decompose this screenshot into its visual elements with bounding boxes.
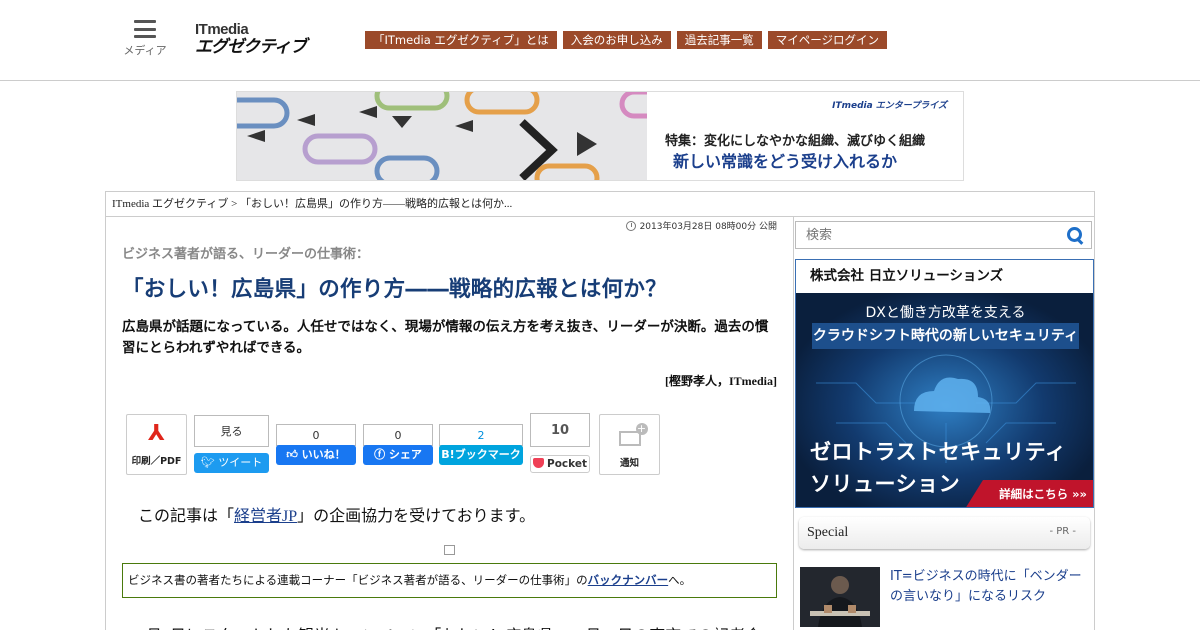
special-item-thumbnail xyxy=(800,567,880,627)
ad-line2: クラウドシフト時代の新しいセキュリティ xyxy=(812,323,1079,349)
nav-about[interactable]: 「ITmedia エグゼクティブ」とは xyxy=(365,31,557,49)
thumbs-up-icon: 👍︎ xyxy=(286,448,302,461)
logo-bottom: エグゼクティブ xyxy=(195,37,307,57)
banner-subheadline: 新しい常識をどう受け入れるか xyxy=(673,152,898,171)
ad-visual: DXと働き方改革を支える クラウドシフト時代の新しいセキュリティ ゼロトラストセ… xyxy=(796,293,1093,507)
share-label: シェア xyxy=(388,448,422,461)
feature-banner[interactable]: ITmedia エンタープライズ 特集：変化にしなやかな組織、滅びゆく組織 新し… xyxy=(236,91,964,181)
ad-details-button[interactable]: 詳細はこちら »» xyxy=(965,480,1093,507)
banner-headline: 特集：変化にしなやかな組織、滅びゆく組織 xyxy=(665,134,926,149)
publish-date-text: 2013年03月28日 08時00分 公開 xyxy=(639,222,777,232)
backnumber-link[interactable]: バックナンバー xyxy=(588,573,669,587)
special-header: Special - PR - xyxy=(799,517,1090,549)
backnumber-text-after: へ。 xyxy=(668,573,692,587)
article-author: [樫野孝人，ITmedia] xyxy=(665,374,777,388)
pdf-icon: ⅄ xyxy=(148,421,165,446)
special-item-title: IT=ビジネスの時代に「ベンダーの言いなり」になるリスク xyxy=(890,569,1082,604)
facebook-like-button[interactable]: 👍︎ いいね！ xyxy=(276,445,356,465)
twitter-icon: 🐦︎ xyxy=(200,456,219,469)
hamburger-icon xyxy=(134,20,156,38)
mail-add-icon xyxy=(618,423,648,446)
publish-date: 2013年03月28日 08時00分 公開 xyxy=(625,219,777,232)
tweet-count[interactable]: 見る xyxy=(194,415,269,447)
facebook-share-button[interactable]: ⓕ シェア xyxy=(363,445,433,465)
banner-text: ITmedia エンタープライズ 特集：変化にしなやかな組織、滅びゆく組織 新し… xyxy=(647,92,963,180)
special-item[interactable]: IT=ビジネスの時代に「ベンダーの言いなり」になるリスク xyxy=(800,567,1090,629)
pr-label: - PR - xyxy=(1049,526,1076,537)
series-label: ビジネス著者が語る、リーダーの仕事術： xyxy=(122,247,370,262)
search-input[interactable] xyxy=(796,222,1046,248)
media-menu-button[interactable]: メディア xyxy=(122,20,168,58)
share-count: 0 xyxy=(363,424,433,446)
facebook-icon: ⓕ xyxy=(374,448,389,461)
sidebar: 株式会社 日立ソリューションズ xyxy=(795,217,1095,630)
banner-brand-logo: ITmedia エンタープライズ xyxy=(832,101,947,111)
cooperation-note: この記事は「経営者JP」の企画協力を受けております。 xyxy=(138,502,535,526)
print-pdf-button[interactable]: ⅄ 印刷／PDF xyxy=(126,414,187,475)
backnumber-text: ビジネス書の著者たちによる連載コーナー「ビジネス著者が語る、リーダーの仕事術」の xyxy=(128,573,588,587)
article-lead: 広島県が話題になっている。人任せではなく、現場が情報の伝え方を考え抜き、リーダー… xyxy=(122,319,769,356)
backnumber-box: ビジネス書の著者たちによる連載コーナー「ビジネス著者が語る、リーダーの仕事術」の… xyxy=(122,563,777,598)
site-header: メディア ITmedia エグゼクティブ 「ITmedia エグゼクティブ」とは… xyxy=(0,0,1200,81)
article-title: 「おしい！広島県」の作り方――戦略的広報とは何か？ xyxy=(122,277,668,302)
site-logo[interactable]: ITmedia エグゼクティブ xyxy=(195,22,337,60)
clock-icon xyxy=(625,220,636,231)
pocket-button[interactable]: Pocket xyxy=(530,455,590,473)
placeholder-image xyxy=(444,545,455,555)
breadcrumb[interactable]: ITmedia エグゼクティブ > 「おしい！広島県」の作り方――戦略的広報とは… xyxy=(106,192,1094,217)
pocket-count: 10 xyxy=(530,413,590,447)
flowchart-illustration xyxy=(237,92,647,180)
tweet-button[interactable]: 🐦︎ ツイート xyxy=(194,453,269,473)
nav-archive[interactable]: 過去記事一覧 xyxy=(676,31,762,49)
ad-company: 株式会社 日立ソリューションズ xyxy=(796,260,1093,293)
share-bar: ⅄ 印刷／PDF 見る 🐦︎ ツイート 0 👍︎ いいね！ 0 ⓕ シェア 2 … xyxy=(126,412,686,482)
tweet-label: ツイート xyxy=(218,456,263,469)
hatena-count[interactable]: 2 xyxy=(439,424,523,446)
like-label: いいね！ xyxy=(301,448,346,461)
sidebar-ad[interactable]: 株式会社 日立ソリューションズ DXと働き方改革を支える クラウドシフト時代の新… xyxy=(795,259,1094,508)
nav-mypage-login[interactable]: マイページログイン xyxy=(767,31,887,49)
media-menu-label: メディア xyxy=(123,44,167,57)
ad-line1: DXと働き方改革を支える xyxy=(865,305,1026,321)
article: 2013年03月28日 08時00分 公開 ビジネス著者が語る、リーダーの仕事術… xyxy=(106,217,794,630)
special-title: Special xyxy=(807,525,849,540)
hatena-bookmark-button[interactable]: B!ブックマーク xyxy=(439,445,523,465)
logo-top: ITmedia xyxy=(195,21,249,38)
nav-join[interactable]: 入会のお申し込み xyxy=(562,31,671,49)
businessman-photo xyxy=(800,567,880,627)
ad-line3: ゼロトラストセキュリティ xyxy=(810,440,1067,464)
banner-illustration xyxy=(237,92,647,180)
article-body-paragraph: 3月1日にスタートした観光キャンペーン「おしい！広島県」。3月27日の東京での記… xyxy=(138,622,761,630)
top-nav: 「ITmedia エグゼクティブ」とは 入会のお申し込み 過去記事一覧 マイペー… xyxy=(365,31,887,49)
coop-text-before: この記事は「 xyxy=(138,508,235,525)
search-icon[interactable] xyxy=(1067,227,1084,244)
like-count: 0 xyxy=(276,424,356,446)
print-pdf-label: 印刷／PDF xyxy=(131,456,182,467)
coop-text-after: 」の企画協力を受けております。 xyxy=(297,508,536,525)
content-frame: ITmedia エグゼクティブ > 「おしい！広島県」の作り方――戦略的広報とは… xyxy=(105,191,1095,630)
pocket-icon xyxy=(533,458,544,468)
search-box xyxy=(795,221,1092,249)
keieisha-jp-link[interactable]: 経営者JP xyxy=(234,508,297,525)
ad-line4: ソリューション xyxy=(810,472,961,496)
notify-label: 通知 xyxy=(619,458,639,469)
pocket-label: Pocket xyxy=(547,458,587,470)
notify-button[interactable]: 通知 xyxy=(599,414,660,475)
